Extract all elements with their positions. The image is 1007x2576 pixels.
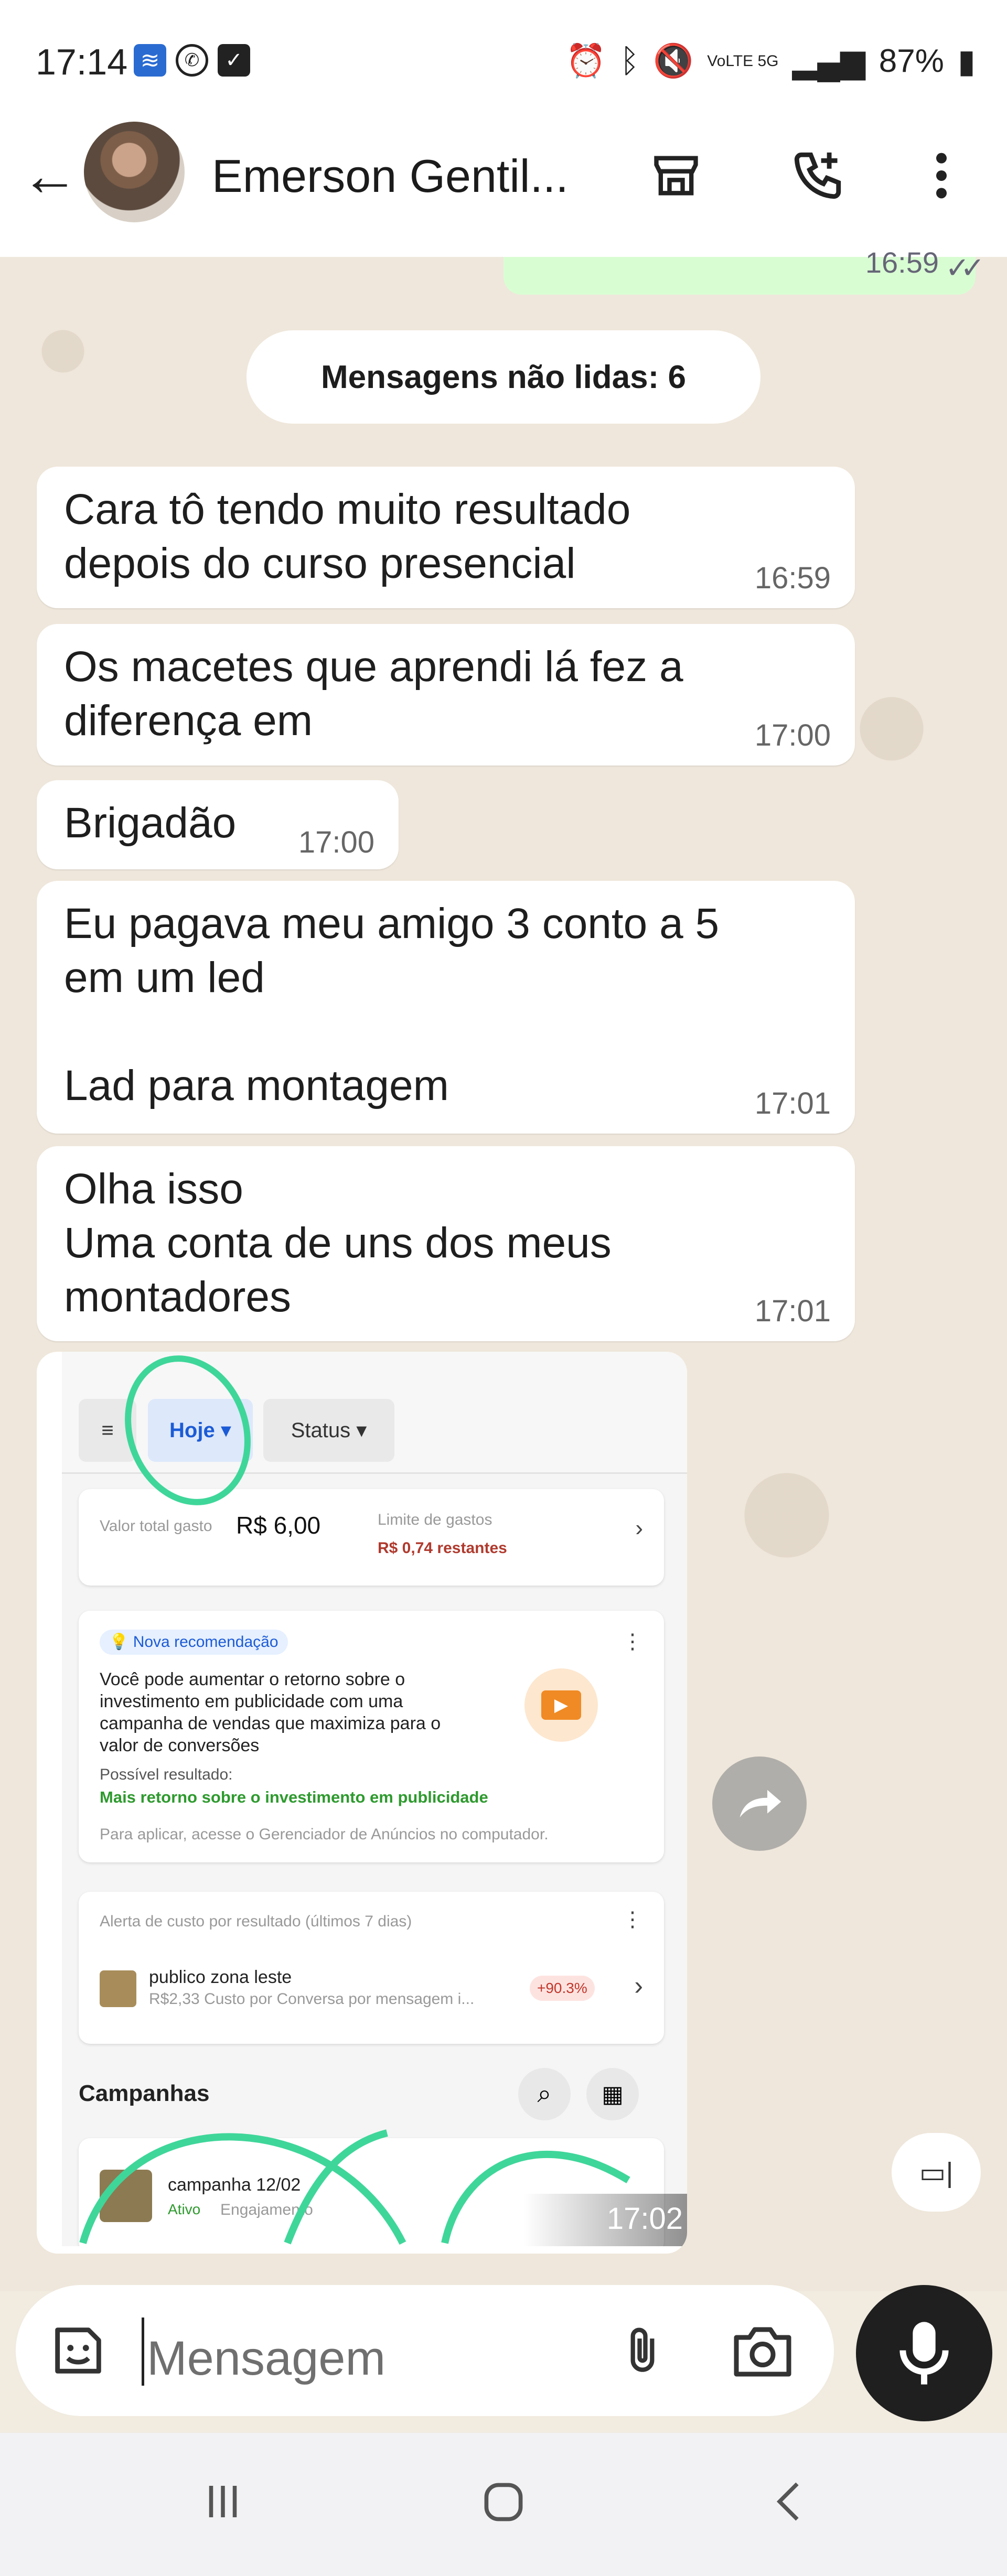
ads-manager-screenshot: ≡ Hoje ▾ Status ▾ Valor total gasto R$ 6… — [62, 1352, 687, 2246]
add-call-icon[interactable] — [789, 147, 847, 204]
whatsapp-icon: ✆ — [176, 44, 208, 77]
message-bubble[interactable]: Os macetes que aprendi lá fez a diferenç… — [37, 624, 855, 766]
message-bubble[interactable]: Eu pagava meu amigo 3 conto a 5 em um le… — [37, 881, 855, 1134]
message-time: 16:59 — [754, 561, 831, 595]
message-time: 17:01 — [754, 1086, 831, 1120]
double-check-icon: ✓✓ — [945, 251, 985, 284]
message-input[interactable]: Mensagem — [147, 2331, 385, 2386]
green-annotation-marks — [79, 1355, 630, 2245]
message-text: Brigadão — [64, 799, 237, 847]
message-composer[interactable]: Mensagem — [16, 2285, 834, 2416]
unread-messages-label: Mensagens não lidas: 6 — [247, 330, 760, 424]
message-bubble[interactable]: Olha isso Uma conta de uns dos meus mont… — [37, 1146, 855, 1341]
avatar[interactable] — [84, 122, 185, 222]
forward-button[interactable] — [712, 1756, 807, 1851]
back-nav-icon[interactable] — [766, 2478, 813, 2525]
image-time: 17:02 — [606, 2202, 683, 2236]
recents-icon[interactable] — [199, 2478, 247, 2525]
battery-icon: ▮ — [957, 44, 976, 80]
sticker-icon[interactable] — [47, 2320, 109, 2381]
app-notification-icon: ≋ — [134, 44, 166, 77]
more-vert-icon[interactable] — [913, 147, 970, 204]
message-time: 16:59 — [865, 246, 939, 279]
message-text: Os macetes que aprendi lá fez a diferenç… — [64, 643, 683, 745]
image-message[interactable]: ≡ Hoje ▾ Status ▾ Valor total gasto R$ 6… — [37, 1352, 687, 2254]
text-cursor — [142, 2318, 144, 2386]
back-arrow-icon[interactable]: ← — [21, 147, 79, 204]
message-text: Olha isso Uma conta de uns dos meus mont… — [64, 1165, 612, 1321]
attach-icon[interactable] — [614, 2320, 671, 2381]
mic-button[interactable] — [856, 2285, 992, 2421]
message-text: Cara tô tendo muito resultado depois do … — [64, 486, 631, 587]
network-icon: VoLTE 5G — [707, 52, 779, 70]
store-icon[interactable] — [647, 147, 705, 204]
contact-name[interactable]: Emerson Gentil... — [212, 149, 590, 203]
message-bubble[interactable]: Brigadão 17:00 — [37, 780, 399, 869]
message-time: 17:01 — [754, 1294, 831, 1328]
status-notification-icons: ≋ ✆ ✓ — [134, 44, 250, 77]
mute-icon: 🔇 — [653, 43, 694, 79]
status-time: 17:14 — [36, 41, 128, 82]
battery-level: 87% — [879, 43, 944, 79]
message-time: 17:00 — [298, 825, 374, 859]
message-text: Eu pagava meu amigo 3 conto a 5 em um le… — [64, 900, 720, 1109]
status-right: ⏰ ᛒ 🔇 VoLTE 5G ▂▄▆ 87% ▮ — [566, 42, 976, 80]
message-time: 17:00 — [754, 718, 831, 752]
alarm-icon: ⏰ — [565, 43, 606, 79]
home-icon[interactable] — [479, 2478, 528, 2526]
message-bubble[interactable]: Cara tô tendo muito resultado depois do … — [37, 467, 855, 608]
check-box-icon: ✓ — [218, 44, 250, 77]
system-nav-bar — [0, 2433, 1007, 2576]
side-panel-toggle-icon[interactable]: ▭| — [892, 2133, 981, 2212]
signal-icon: ▂▄▆ — [792, 44, 865, 80]
camera-icon[interactable] — [731, 2322, 794, 2379]
status-bar: 17:14 ≋ ✆ ✓ ⏰ ᛒ 🔇 VoLTE 5G ▂▄▆ 87% ▮ — [0, 0, 1007, 126]
bluetooth-icon: ᛒ — [619, 43, 640, 79]
mic-icon — [899, 2322, 949, 2385]
